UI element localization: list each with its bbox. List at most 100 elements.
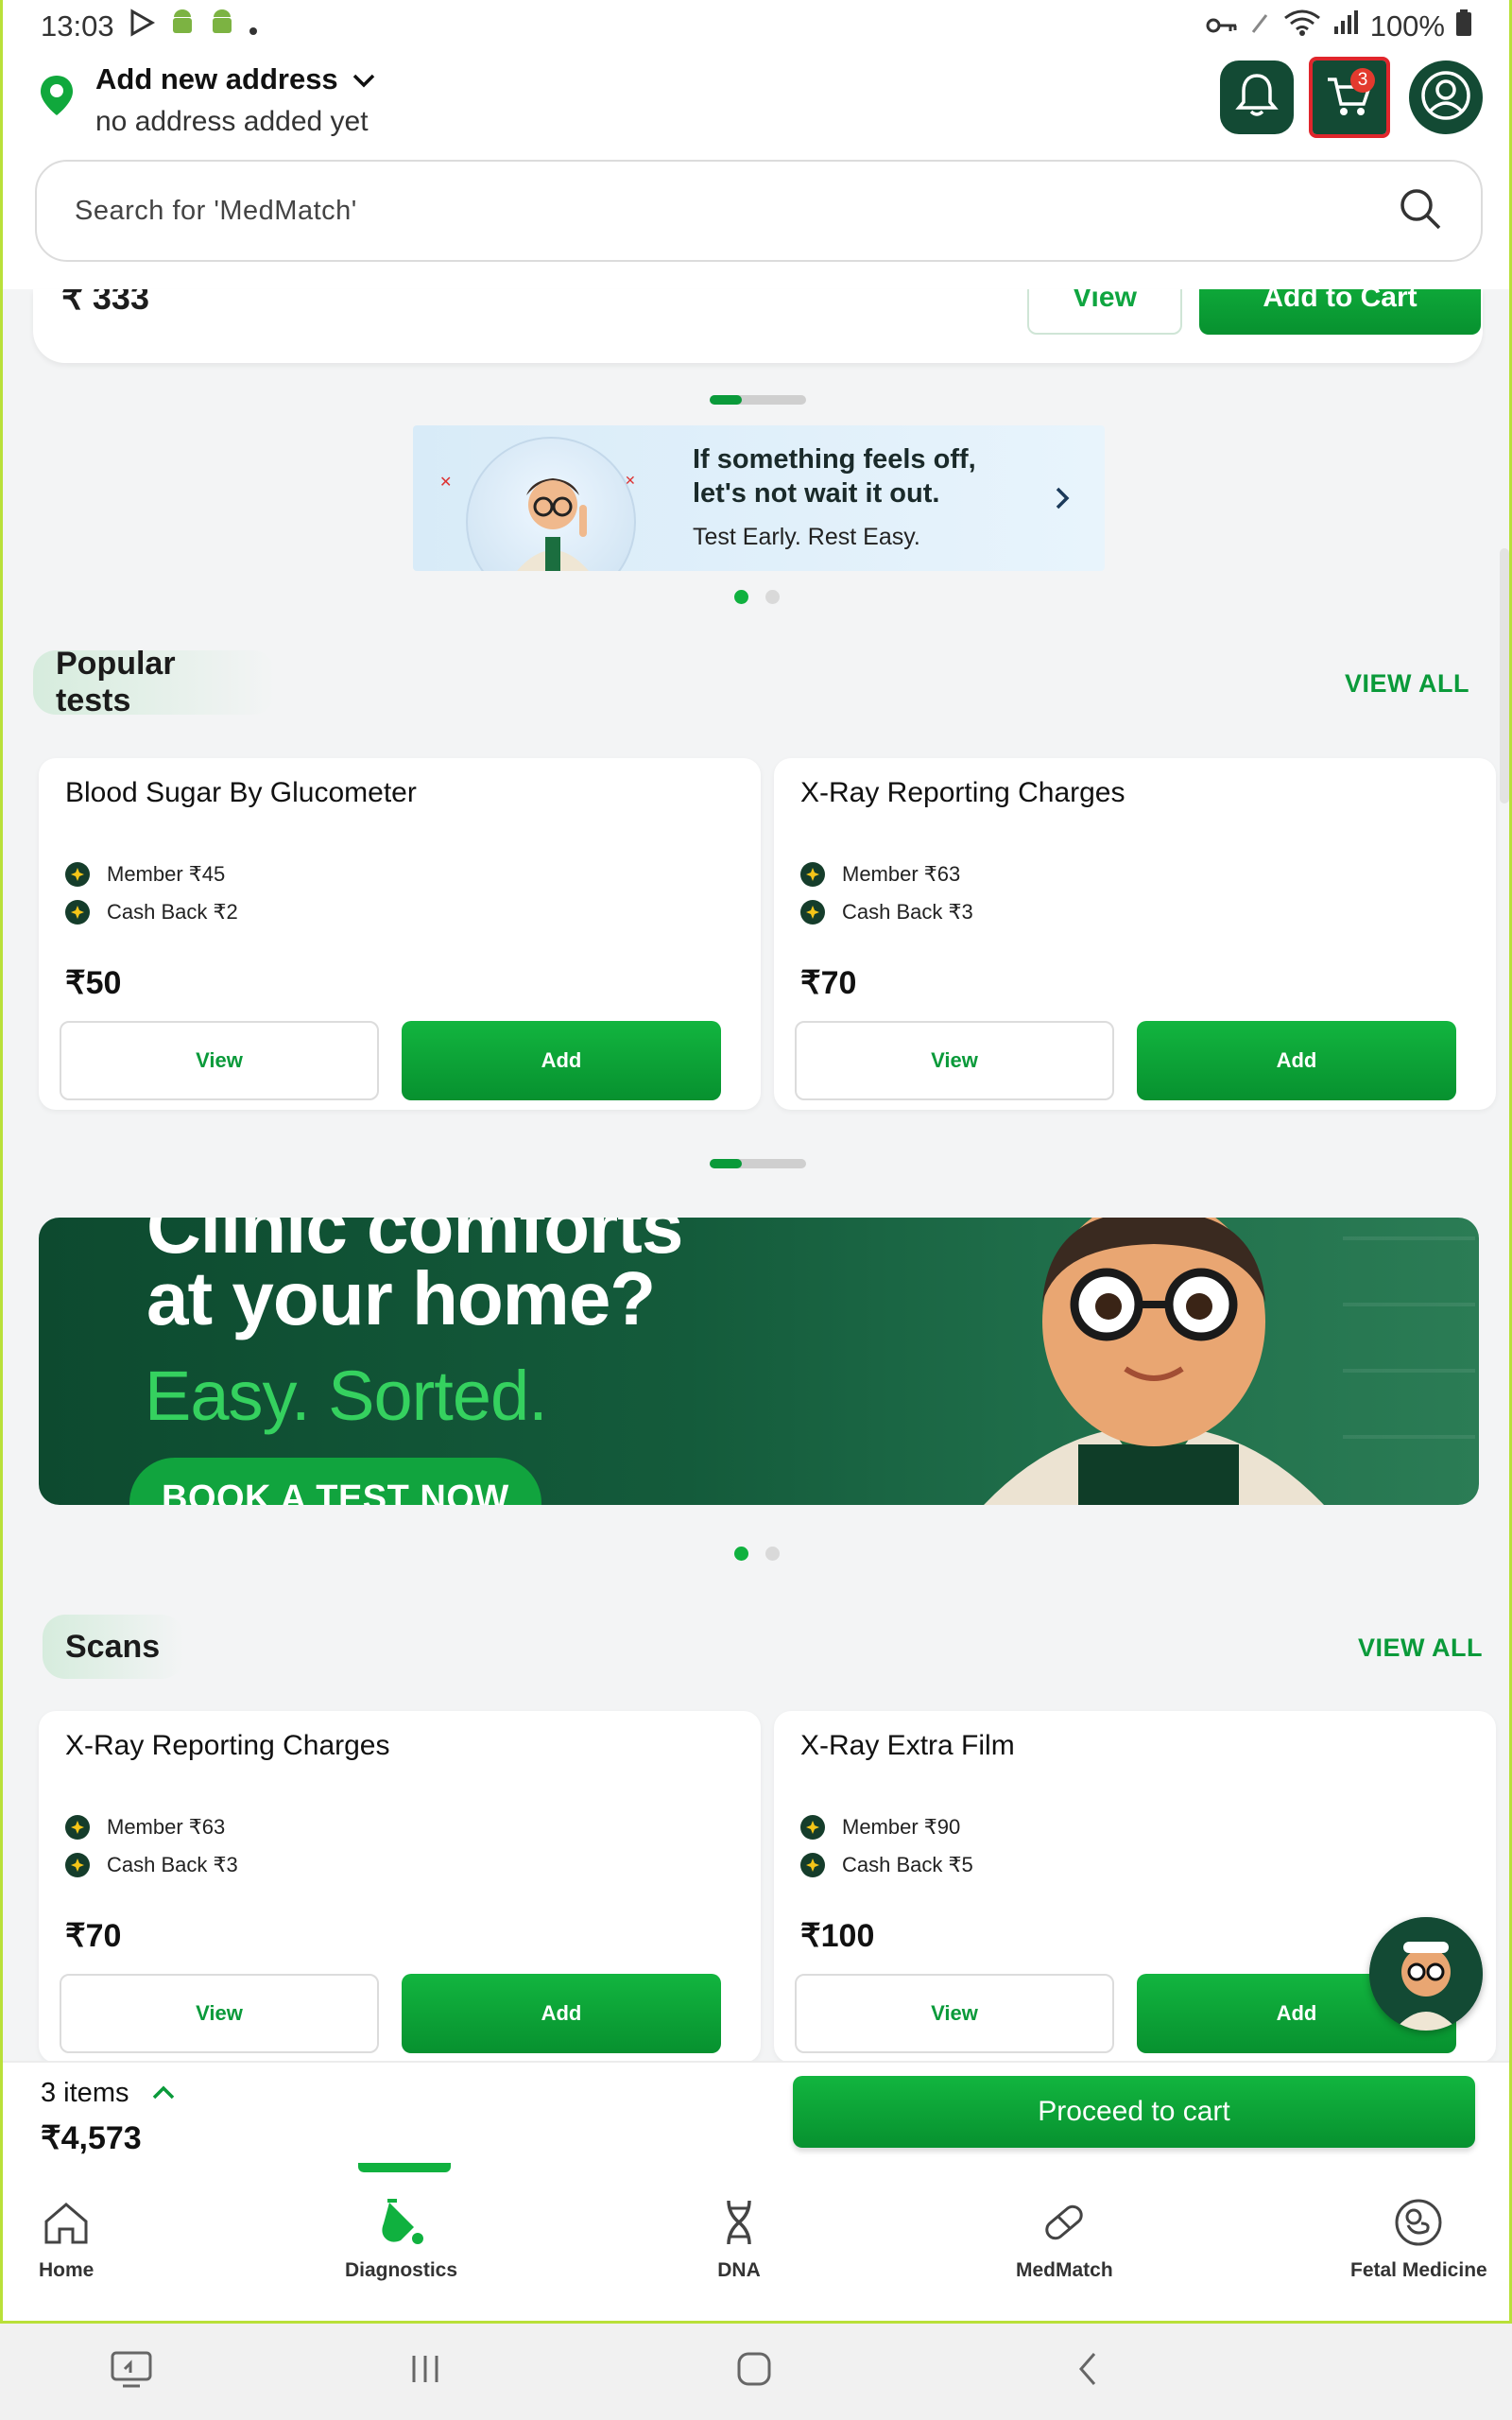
fetus-icon xyxy=(1393,2197,1444,2254)
scan-price: ₹100 xyxy=(800,1918,875,1954)
address-selector[interactable]: Add new address xyxy=(95,62,376,96)
promo-carousel-dots xyxy=(734,590,780,604)
vpn-key-icon xyxy=(1206,9,1238,43)
member-price: Member ₹90 xyxy=(842,1815,961,1839)
scan-name: X-Ray Extra Film xyxy=(800,1730,1015,1761)
sparkle-icon-2: ✕ xyxy=(625,473,636,488)
view-button[interactable]: View xyxy=(1027,289,1182,335)
previous-product-card: ₹ 333 View Add to Cart xyxy=(33,289,1483,363)
test-price: ₹70 xyxy=(800,965,857,1001)
product-price: ₹ 333 xyxy=(61,289,149,317)
cashback-amount: Cash Back ₹3 xyxy=(842,900,973,924)
nav-item-medmatch[interactable]: MedMatch xyxy=(1016,2197,1113,2282)
popular-tests-view-all-link[interactable]: VIEW ALL xyxy=(1345,669,1469,699)
cashback-row: Cash Back ₹3 xyxy=(800,900,973,925)
play-store-icon xyxy=(128,9,156,44)
sparkle-badge-icon xyxy=(800,862,825,887)
chevron-down-icon xyxy=(352,62,376,96)
promo-banner[interactable]: ✕ ✕ If something feels off, let's not wa… xyxy=(413,425,1105,571)
app-header: Add new address no address added yet 3 S… xyxy=(3,53,1509,289)
search-bar[interactable]: Search for 'MedMatch' xyxy=(35,160,1483,262)
notifications-button[interactable] xyxy=(1220,60,1294,134)
assistant-floating-button[interactable] xyxy=(1369,1917,1483,2031)
home-button-icon[interactable] xyxy=(735,2350,773,2393)
system-navigation-bar xyxy=(0,2324,1512,2420)
bottom-navigation: Home Diagnostics DNA MedMatch Fetal Medi… xyxy=(3,2163,1509,2321)
chevron-up-icon xyxy=(151,2078,176,2109)
nav-item-fetal-medicine[interactable]: Fetal Medicine xyxy=(1350,2197,1487,2282)
cart-items-toggle[interactable]: 3 items xyxy=(41,2078,176,2109)
cashback-amount: Cash Back ₹2 xyxy=(107,900,238,924)
nav-label-diagnostics: Diagnostics xyxy=(345,2259,458,2281)
address-title: Add new address xyxy=(95,62,338,95)
carousel-dot[interactable] xyxy=(765,1547,780,1561)
book-test-banner[interactable]: Clinic comforts at your home? Easy. Sort… xyxy=(39,1218,1479,1505)
doctor-avatar-illustration xyxy=(466,437,636,571)
cashback-row: Cash Back ₹3 xyxy=(65,1853,238,1877)
scrollbar[interactable] xyxy=(1500,548,1509,804)
signal-icon xyxy=(1332,9,1359,43)
cashback-row: Cash Back ₹2 xyxy=(65,900,238,925)
sparkle-badge-icon xyxy=(800,1853,825,1877)
view-button[interactable]: View xyxy=(60,1021,379,1100)
cashback-row: Cash Back ₹5 xyxy=(800,1853,973,1877)
add-button[interactable]: Add xyxy=(1137,1021,1456,1100)
add-to-cart-button[interactable]: Add to Cart xyxy=(1199,289,1481,335)
test-price: ₹50 xyxy=(65,965,122,1001)
test-name: X-Ray Reporting Charges xyxy=(800,777,1125,808)
active-tab-indicator xyxy=(358,2163,451,2172)
notification-dot-icon xyxy=(249,9,258,43)
proceed-to-cart-button[interactable]: Proceed to cart xyxy=(793,2076,1475,2148)
home-icon xyxy=(41,2197,92,2254)
nav-label-dna: DNA xyxy=(717,2259,761,2281)
section-title-popular-tests: Popular tests xyxy=(33,646,275,718)
doctor-avatar-icon xyxy=(1369,1917,1483,2031)
sparkle-badge-icon xyxy=(65,1853,90,1877)
wifi-icon xyxy=(1283,9,1321,44)
view-button[interactable]: View xyxy=(795,1974,1114,2053)
edit-icon xyxy=(1249,9,1272,43)
android-icon xyxy=(169,9,196,44)
battery-level: 100% xyxy=(1369,9,1445,43)
nav-item-dna[interactable]: DNA xyxy=(713,2197,765,2282)
view-button[interactable]: View xyxy=(60,1974,379,2053)
carousel-dot[interactable] xyxy=(765,590,780,604)
promo-line-2: let's not wait it out. xyxy=(693,478,940,509)
sparkle-icon: ✕ xyxy=(439,475,453,491)
chevron-right-icon xyxy=(1054,480,1071,520)
search-input[interactable]: Search for 'MedMatch' xyxy=(75,196,357,227)
carousel-dot-active[interactable] xyxy=(734,590,748,604)
scan-card: X-Ray Reporting Charges Member ₹63 Cash … xyxy=(39,1711,761,2063)
search-icon[interactable] xyxy=(1398,186,1443,236)
back-icon[interactable] xyxy=(1070,2350,1108,2393)
banner-headline-2: at your home? xyxy=(146,1256,656,1340)
status-bar: 13:03 100% xyxy=(3,0,1509,53)
cart-total: ₹4,573 xyxy=(41,2120,142,2156)
battery-icon xyxy=(1456,9,1471,43)
member-price-row: Member ₹90 xyxy=(800,1815,960,1840)
add-button[interactable]: Add xyxy=(402,1974,721,2053)
profile-button[interactable] xyxy=(1409,60,1483,134)
address-subtitle: no address added yet xyxy=(95,106,369,137)
member-price-row: Member ₹63 xyxy=(800,862,960,887)
screen-assist-icon[interactable] xyxy=(110,2350,153,2394)
member-price-row: Member ₹45 xyxy=(65,862,225,887)
add-button[interactable]: Add xyxy=(402,1021,721,1100)
user-icon xyxy=(1419,69,1472,127)
nav-label-fetal-medicine: Fetal Medicine xyxy=(1350,2259,1487,2281)
nav-item-home[interactable]: Home xyxy=(39,2197,94,2282)
member-price: Member ₹63 xyxy=(842,862,961,886)
recent-apps-icon[interactable] xyxy=(406,2350,444,2393)
carousel-dot-active[interactable] xyxy=(734,1547,748,1561)
view-button[interactable]: View xyxy=(795,1021,1114,1100)
sparkle-badge-icon xyxy=(800,900,825,925)
test-card: X-Ray Reporting Charges Member ₹63 Cash … xyxy=(774,758,1496,1110)
nav-label-home: Home xyxy=(39,2259,94,2281)
carousel-progress-indicator xyxy=(710,395,806,405)
status-time: 13:03 xyxy=(41,9,114,43)
nav-item-diagnostics[interactable]: Diagnostics xyxy=(345,2197,457,2282)
cart-button[interactable]: 3 xyxy=(1309,57,1390,138)
scans-view-all-link[interactable]: VIEW ALL xyxy=(1358,1634,1483,1663)
book-test-now-button[interactable]: BOOK A TEST NOW xyxy=(129,1458,541,1505)
scan-name: X-Ray Reporting Charges xyxy=(65,1730,390,1761)
